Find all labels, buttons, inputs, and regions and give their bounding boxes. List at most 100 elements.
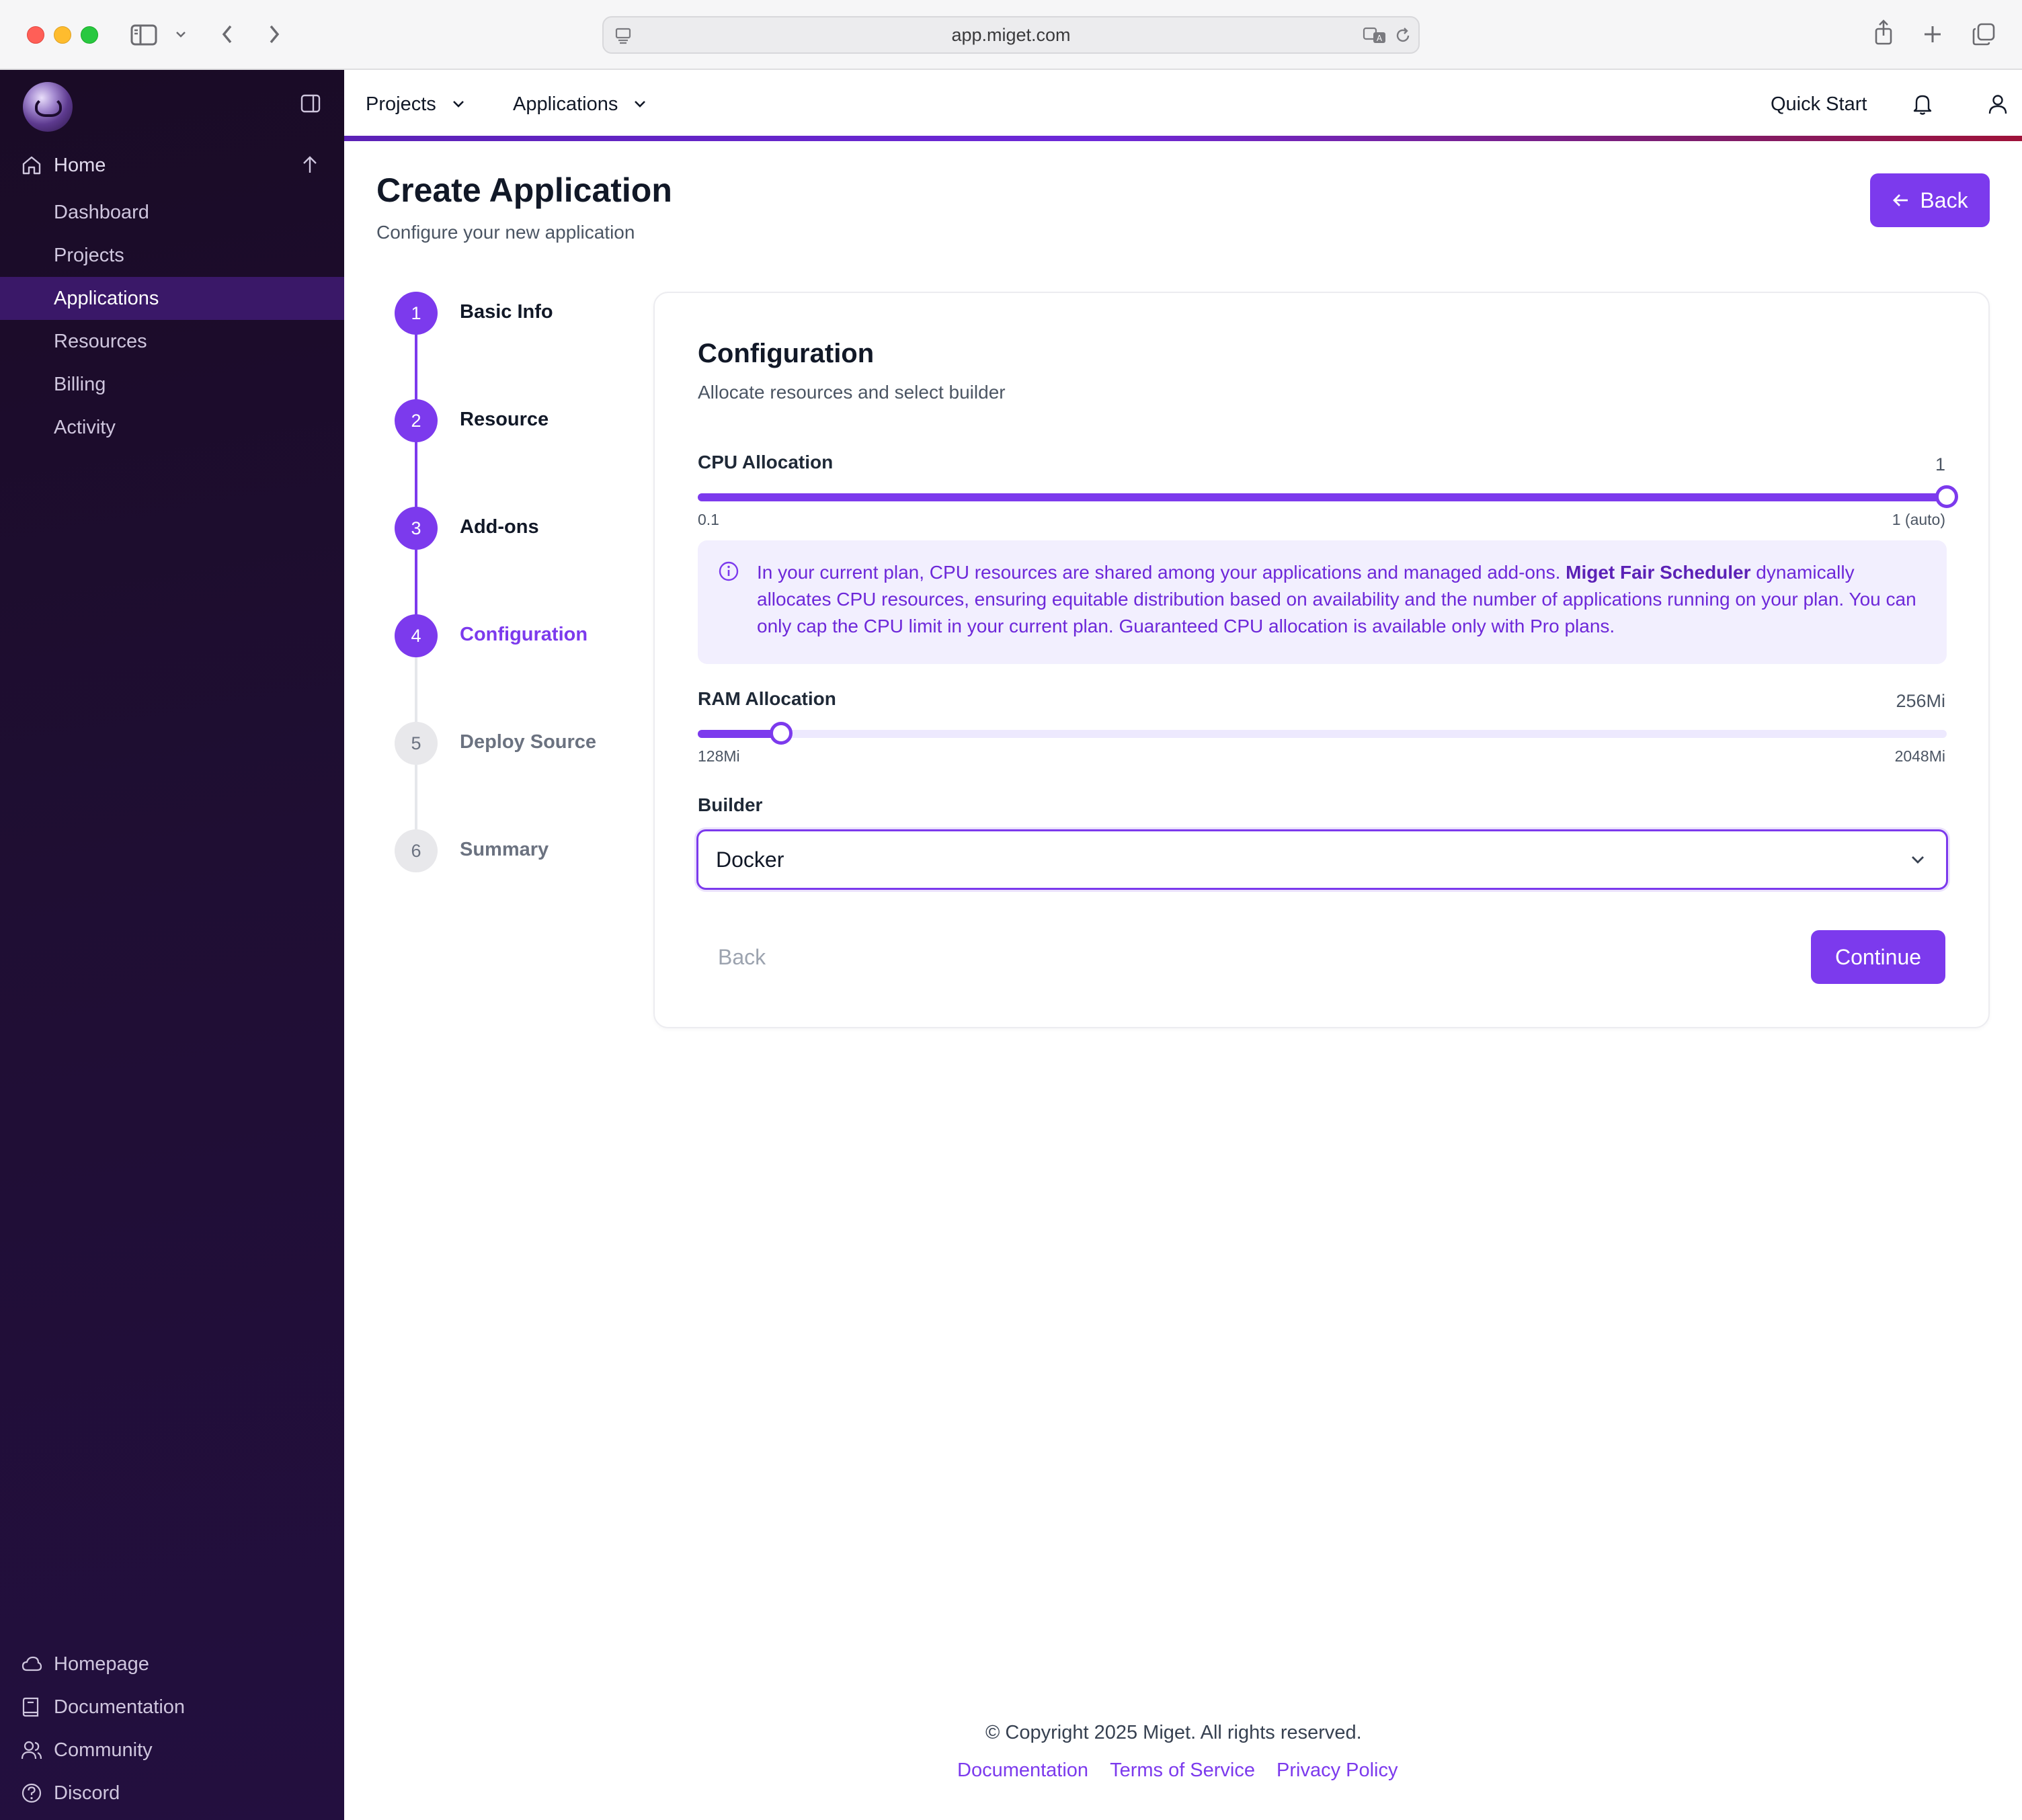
miget-logo[interactable] bbox=[23, 82, 73, 132]
back-button-label: Back bbox=[1920, 188, 1968, 212]
sidebar-item-applications[interactable]: Applications bbox=[0, 277, 344, 320]
sidebar-item-label: Resources bbox=[54, 330, 147, 352]
forward-arrow-icon[interactable] bbox=[264, 22, 285, 47]
sidebar-item-label: Activity bbox=[54, 416, 116, 438]
ram-allocation-label: RAM Allocation bbox=[698, 688, 836, 709]
step-1-label[interactable]: Basic Info bbox=[460, 301, 553, 323]
back-button-header[interactable]: Back bbox=[1870, 173, 1990, 227]
sidebar-item-projects[interactable]: Projects bbox=[0, 234, 344, 277]
card-subtitle: Allocate resources and select builder bbox=[698, 382, 1006, 403]
share-icon[interactable] bbox=[1871, 19, 1896, 47]
sidebar-item-label: Community bbox=[54, 1739, 153, 1761]
quick-start-label: Quick Start bbox=[1771, 93, 1867, 115]
sidebar-item-activity[interactable]: Activity bbox=[0, 406, 344, 449]
sidebar-toggle-icon[interactable] bbox=[130, 23, 157, 47]
step-4-label[interactable]: Configuration bbox=[460, 624, 588, 646]
ram-min-label: 128Mi bbox=[698, 747, 740, 765]
arrow-up-icon[interactable] bbox=[298, 154, 321, 177]
sidebar-item-label: Applications bbox=[54, 287, 159, 309]
sidebar-item-documentation[interactable]: Documentation bbox=[0, 1686, 344, 1729]
sidebar-item-discord[interactable]: Discord bbox=[0, 1772, 344, 1815]
footer-links: Documentation Terms of Service Privacy P… bbox=[957, 1760, 1398, 1782]
sidebar-item-label: Homepage bbox=[54, 1653, 149, 1675]
footer-link-privacy[interactable]: Privacy Policy bbox=[1277, 1760, 1398, 1782]
step-6-label: Summary bbox=[460, 839, 549, 860]
address-bar[interactable]: app.miget.com A bbox=[602, 16, 1420, 54]
new-tab-icon[interactable] bbox=[1921, 23, 1944, 46]
cpu-min-label: 0.1 bbox=[698, 511, 719, 528]
sidebar-item-label: Documentation bbox=[54, 1696, 186, 1718]
step-1-badge[interactable]: 1 bbox=[395, 292, 438, 335]
back-arrow-icon[interactable] bbox=[216, 22, 238, 47]
builder-label: Builder bbox=[698, 794, 763, 815]
home-icon bbox=[20, 154, 43, 177]
cpu-max-label: 1 (auto) bbox=[1892, 511, 1945, 528]
cpu-info-callout: In your current plan, CPU resources are … bbox=[698, 540, 1947, 664]
users-icon bbox=[20, 1739, 43, 1762]
cpu-allocation-slider[interactable] bbox=[698, 485, 1958, 508]
sidebar: Home Dashboard Projects Applications Res… bbox=[0, 70, 344, 1820]
projects-menu[interactable]: Projects bbox=[366, 70, 466, 138]
sidebar-item-label: Projects bbox=[54, 244, 124, 266]
ram-slider-thumb[interactable] bbox=[769, 722, 793, 745]
book-icon bbox=[20, 1696, 43, 1719]
step-2-label[interactable]: Resource bbox=[460, 409, 549, 431]
step-connector bbox=[415, 656, 417, 723]
info-circle-icon bbox=[718, 561, 739, 582]
minimize-window-button[interactable] bbox=[54, 26, 71, 44]
step-connector bbox=[415, 441, 417, 508]
sidebar-item-home[interactable]: Home bbox=[0, 144, 344, 187]
footer-link-terms[interactable]: Terms of Service bbox=[1110, 1760, 1255, 1782]
sidebar-item-community[interactable]: Community bbox=[0, 1729, 344, 1772]
sidebar-item-dashboard[interactable]: Dashboard bbox=[0, 191, 344, 234]
applications-menu[interactable]: Applications bbox=[513, 70, 647, 138]
builder-select[interactable]: Docker bbox=[696, 829, 1948, 890]
info-highlight: Miget Fair Scheduler bbox=[1566, 562, 1751, 583]
step-2-badge[interactable]: 2 bbox=[395, 399, 438, 442]
continue-button-label: Continue bbox=[1834, 944, 1922, 969]
page-subtitle: Configure your new application bbox=[376, 222, 635, 243]
chevron-down-icon bbox=[635, 101, 646, 108]
ram-allocation-value: 256Mi bbox=[1896, 691, 1945, 711]
step-3-label[interactable]: Add-ons bbox=[460, 516, 539, 538]
notifications-bell-icon[interactable] bbox=[1912, 70, 1933, 138]
step-connector bbox=[415, 548, 417, 616]
browser-toolbar: app.miget.com A bbox=[0, 0, 2022, 70]
footer-link-documentation[interactable]: Documentation bbox=[957, 1760, 1088, 1782]
projects-menu-label: Projects bbox=[366, 93, 436, 115]
user-profile-icon[interactable] bbox=[1987, 70, 2009, 138]
cpu-allocation-label: CPU Allocation bbox=[698, 452, 834, 472]
page-title: Create Application bbox=[376, 171, 672, 209]
url-text: app.miget.com bbox=[951, 25, 1071, 45]
ram-max-label: 2048Mi bbox=[1894, 747, 1945, 765]
quick-start-link[interactable]: Quick Start bbox=[1771, 70, 1867, 138]
sidebar-item-label: Billing bbox=[54, 373, 106, 395]
step-3-badge[interactable]: 3 bbox=[395, 507, 438, 550]
sidebar-item-label: Home bbox=[54, 154, 106, 176]
card-title: Configuration bbox=[698, 339, 875, 368]
continue-button[interactable]: Continue bbox=[1811, 930, 1945, 984]
top-navigation: Projects Applications Quick Start bbox=[344, 70, 2022, 138]
ram-allocation-slider[interactable] bbox=[698, 722, 1947, 745]
step-4-badge[interactable]: 4 bbox=[395, 614, 438, 657]
svg-text:A: A bbox=[1377, 34, 1383, 43]
sidebar-item-label: Discord bbox=[54, 1782, 120, 1804]
chevron-down-icon bbox=[452, 101, 464, 108]
sidebar-item-resources[interactable]: Resources bbox=[0, 320, 344, 363]
tab-overview-icon[interactable] bbox=[1971, 22, 1996, 47]
back-button[interactable]: Back bbox=[718, 930, 766, 984]
close-window-button[interactable] bbox=[27, 26, 44, 44]
step-connector bbox=[415, 333, 417, 401]
sidebar-collapse-icon[interactable] bbox=[300, 93, 323, 116]
sidebar-item-billing[interactable]: Billing bbox=[0, 363, 344, 406]
translate-icon[interactable]: A bbox=[1362, 26, 1389, 46]
applications-menu-label: Applications bbox=[513, 93, 618, 115]
help-circle-icon bbox=[20, 1782, 43, 1805]
step-5-badge: 5 bbox=[395, 722, 438, 765]
chevron-down-icon[interactable] bbox=[173, 27, 188, 42]
maximize-window-button[interactable] bbox=[81, 26, 98, 44]
cpu-slider-thumb[interactable] bbox=[1935, 485, 1958, 508]
info-text-before: In your current plan, CPU resources are … bbox=[757, 562, 1566, 583]
reload-icon[interactable] bbox=[1393, 26, 1413, 46]
sidebar-item-homepage[interactable]: Homepage bbox=[0, 1643, 344, 1686]
